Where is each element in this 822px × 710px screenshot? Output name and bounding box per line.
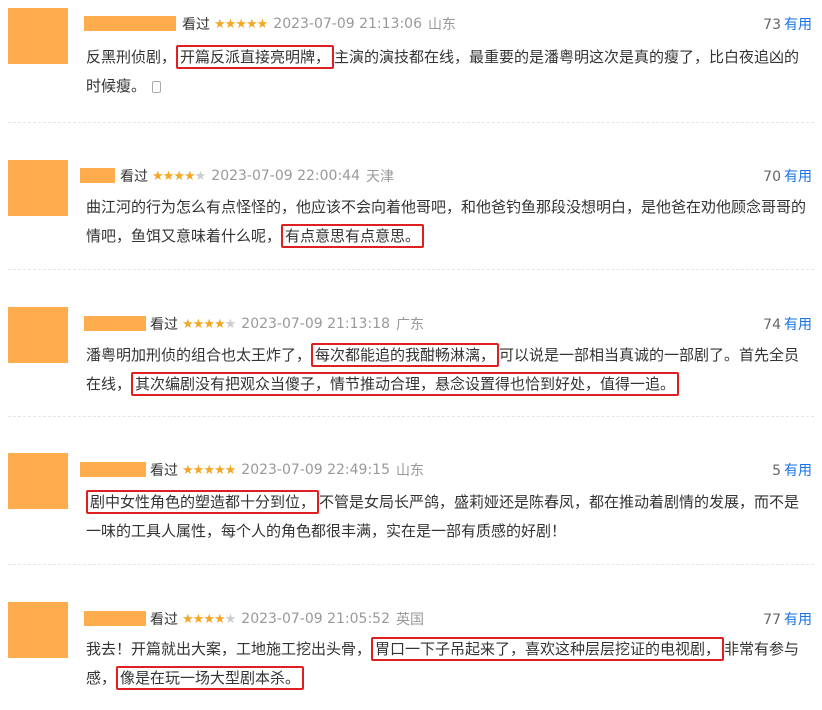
watch-status: 看过 <box>120 169 148 185</box>
review-meta: 看过 ★ ★ ★ ★ ★ 2023-07-09 21:05:52 英国 <box>150 609 424 629</box>
review-text-segment: 反黑刑侦剧， <box>86 48 177 66</box>
phone-icon <box>152 80 162 93</box>
username-redacted[interactable] <box>80 462 146 477</box>
rating-stars: ★ ★ ★ ★ ★ <box>152 168 207 184</box>
highlighted-phrase: 剧中女性角色的塑造都十分到位， <box>86 490 320 514</box>
review-location: 天津 <box>365 169 394 185</box>
watch-status: 看过 <box>150 463 178 479</box>
avatar[interactable] <box>8 602 68 658</box>
review-location: 山东 <box>427 17 456 33</box>
star-icon: ★ <box>192 611 205 627</box>
star-empty-icon: ★ <box>224 611 237 627</box>
rating-stars: ★ ★ ★ ★ ★ <box>182 462 237 478</box>
star-icon: ★ <box>203 316 215 332</box>
username-redacted[interactable] <box>84 611 146 626</box>
star-icon: ★ <box>152 168 164 184</box>
useful-button[interactable]: 有用 <box>784 612 812 628</box>
review-text-segment: 曲江河的行为怎么有点怪怪的，他应该不会向着他哥吧，和他爸钓鱼那段没想明白，是他爸… <box>86 198 807 245</box>
star-icon: ★ <box>182 316 194 332</box>
star-icon: ★ <box>192 316 205 332</box>
divider <box>8 122 814 123</box>
useful-count: 5 <box>772 463 781 479</box>
avatar[interactable] <box>8 307 68 363</box>
star-icon: ★ <box>182 462 194 478</box>
star-icon: ★ <box>183 168 196 184</box>
useful-button[interactable]: 有用 <box>784 169 812 185</box>
divider <box>8 564 814 565</box>
star-icon: ★ <box>235 16 247 32</box>
star-empty-icon: ★ <box>194 168 207 184</box>
star-icon: ★ <box>214 16 226 32</box>
avatar[interactable] <box>8 160 68 216</box>
star-icon: ★ <box>203 611 215 627</box>
star-icon: ★ <box>213 462 226 478</box>
highlighted-phrase: 胃口一下子吊起来了，喜欢这种层层挖证的电视剧， <box>371 637 725 661</box>
watch-status: 看过 <box>150 612 178 628</box>
highlighted-phrase: 每次都能追的我酣畅淋漓， <box>311 343 500 367</box>
useful-button[interactable]: 有用 <box>784 17 812 33</box>
divider <box>8 269 814 270</box>
useful-button[interactable]: 有用 <box>784 317 812 333</box>
review-date: 2023-07-09 21:05:52 <box>241 611 390 627</box>
star-icon: ★ <box>245 16 258 32</box>
useful-count: 73 <box>763 17 781 33</box>
review-text: 我去！开篇就出大案，工地施工挖出头骨， 胃口一下子吊起来了，喜欢这种层层挖证的电视… <box>86 635 814 693</box>
highlighted-phrase: 开篇反派直接亮明牌， <box>176 45 335 69</box>
review-text-segment: 我去！开篇就出大案，工地施工挖出头骨， <box>86 640 372 658</box>
review-date: 2023-07-09 21:13:18 <box>241 316 390 332</box>
useful-count: 74 <box>763 317 781 333</box>
star-icon: ★ <box>173 168 185 184</box>
star-empty-icon: ★ <box>224 316 237 332</box>
rating-stars: ★ ★ ★ ★ ★ <box>214 16 269 32</box>
useful-vote: 73 有用 <box>763 14 812 34</box>
review-meta: 看过 ★ ★ ★ ★ ★ 2023-07-09 22:49:15 山东 <box>150 460 424 480</box>
review-meta: 看过 ★ ★ ★ ★ ★ 2023-07-09 21:13:06 山东 <box>182 14 456 34</box>
review-location: 英国 <box>395 612 424 628</box>
useful-vote: 70 有用 <box>763 166 812 186</box>
divider <box>8 416 814 417</box>
star-icon: ★ <box>192 462 205 478</box>
useful-count: 77 <box>763 612 781 628</box>
useful-vote: 77 有用 <box>763 609 812 629</box>
star-icon: ★ <box>224 16 237 32</box>
username-redacted[interactable] <box>80 168 115 183</box>
watch-status: 看过 <box>182 17 210 33</box>
username-redacted[interactable] <box>84 16 176 31</box>
rating-stars: ★ ★ ★ ★ ★ <box>182 611 237 627</box>
avatar[interactable] <box>8 453 68 509</box>
useful-count: 70 <box>763 169 781 185</box>
star-icon: ★ <box>224 462 237 478</box>
review-text: 潘粤明加刑侦的组合也太王炸了， 每次都能追的我酣畅淋漓， 可以说是一部相当真诚的一部… <box>86 341 814 399</box>
review-date: 2023-07-09 22:49:15 <box>241 462 390 478</box>
useful-vote: 74 有用 <box>763 314 812 334</box>
review-meta: 看过 ★ ★ ★ ★ ★ 2023-07-09 22:00:44 天津 <box>120 166 394 186</box>
review-text: 曲江河的行为怎么有点怪怪的，他应该不会向着他哥吧，和他爸钓鱼那段没想明白，是他爸… <box>86 193 814 251</box>
highlighted-phrase: 有点意思有点意思。 <box>281 224 425 248</box>
review-text-segment: 潘粤明加刑侦的组合也太王炸了， <box>86 346 312 364</box>
review-date: 2023-07-09 21:13:06 <box>273 16 422 32</box>
review-location: 广东 <box>395 317 424 333</box>
review-text: 反黑刑侦剧， 开篇反派直接亮明牌， 主演的演技都在线，最重要的是潘粤明这次是真的瘦了… <box>86 43 814 101</box>
star-icon: ★ <box>213 316 226 332</box>
review-date: 2023-07-09 22:00:44 <box>211 168 360 184</box>
avatar[interactable] <box>8 8 68 64</box>
rating-stars: ★ ★ ★ ★ ★ <box>182 316 237 332</box>
useful-vote: 5 有用 <box>772 460 812 480</box>
review-text: 剧中女性角色的塑造都十分到位， 不管是女局长严鸽，盛莉娅还是陈春凤，都在推动着剧情… <box>86 488 814 546</box>
highlighted-phrase: 像是在玩一场大型剧本杀。 <box>116 666 305 690</box>
star-icon: ★ <box>182 611 194 627</box>
star-icon: ★ <box>162 168 175 184</box>
star-icon: ★ <box>256 16 269 32</box>
watch-status: 看过 <box>150 317 178 333</box>
useful-button[interactable]: 有用 <box>784 463 812 479</box>
review-location: 山东 <box>395 463 424 479</box>
highlighted-phrase: 其次编剧没有把观众当傻子，情节推动合理，悬念设置得也恰到好处，值得一追。 <box>131 372 680 396</box>
review-meta: 看过 ★ ★ ★ ★ ★ 2023-07-09 21:13:18 广东 <box>150 314 424 334</box>
star-icon: ★ <box>213 611 226 627</box>
star-icon: ★ <box>203 462 215 478</box>
username-redacted[interactable] <box>84 316 146 331</box>
